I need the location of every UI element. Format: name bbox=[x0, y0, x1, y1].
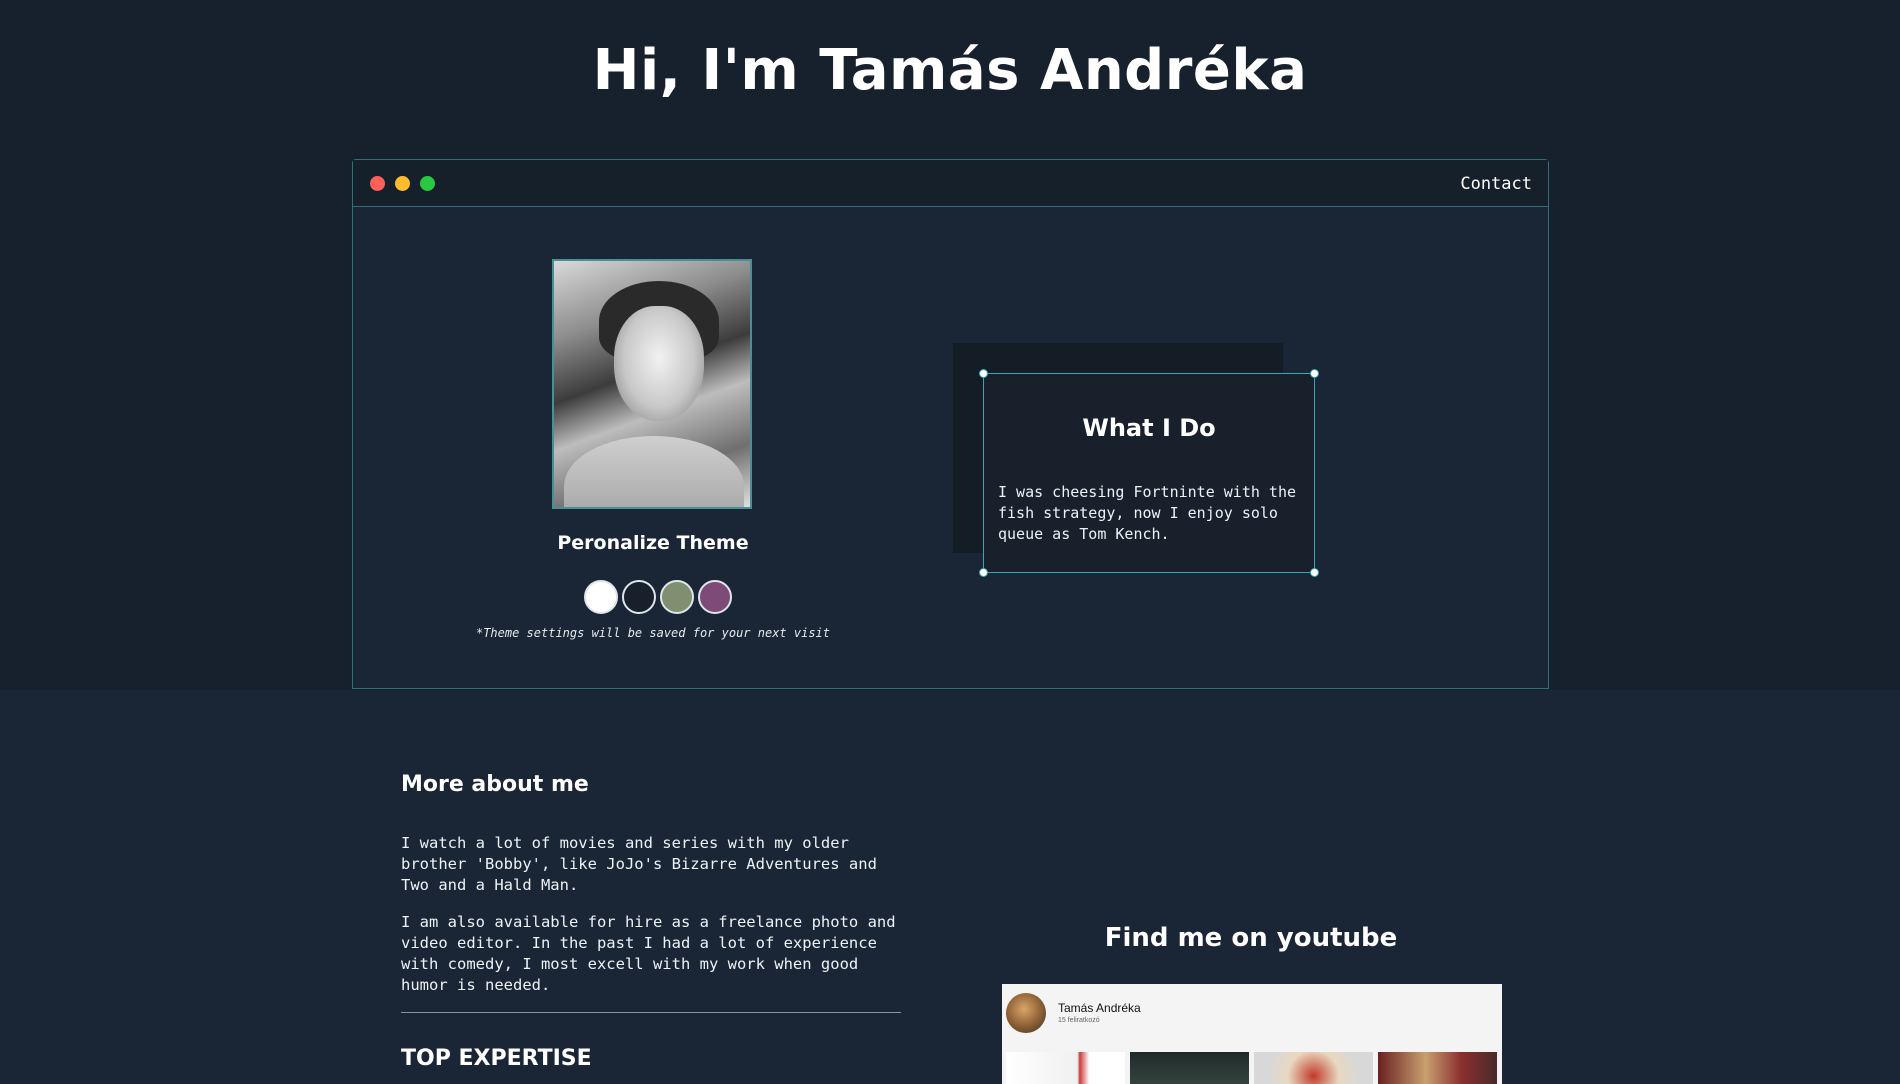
resize-handle-bottom-right[interactable] bbox=[1310, 568, 1319, 577]
minimize-window-button[interactable] bbox=[395, 176, 410, 191]
contact-link[interactable]: Contact bbox=[1460, 174, 1532, 194]
theme-swatch-sage[interactable] bbox=[660, 580, 694, 614]
resize-handle-top-left[interactable] bbox=[979, 369, 988, 378]
video-thumbnail[interactable] bbox=[1378, 1052, 1497, 1084]
close-window-button[interactable] bbox=[370, 176, 385, 191]
what-i-do-card: What I Do I was cheesing Fortninte with … bbox=[979, 369, 1319, 577]
photo-body-shape bbox=[564, 436, 744, 507]
profile-photo bbox=[552, 259, 752, 509]
more-about-paragraph-1: I watch a lot of movies and series with … bbox=[401, 834, 877, 894]
theme-swatch-plum[interactable] bbox=[698, 580, 732, 614]
page-title: Hi, I'm Tamás Andréka bbox=[592, 38, 1308, 103]
theme-swatch-dark[interactable] bbox=[622, 580, 656, 614]
channel-subscribers: 15 feliratkozó bbox=[1058, 1017, 1100, 1024]
video-thumbnail[interactable] bbox=[1130, 1052, 1249, 1084]
channel-name[interactable]: Tamás Andréka bbox=[1058, 1001, 1141, 1015]
theme-swatches bbox=[584, 580, 736, 614]
youtube-title: Find me on youtube bbox=[1104, 923, 1398, 953]
resize-handle-top-right[interactable] bbox=[1310, 369, 1319, 378]
more-about-title: More about me bbox=[401, 772, 589, 797]
theme-swatch-white[interactable] bbox=[584, 580, 618, 614]
maximize-window-button[interactable] bbox=[420, 176, 435, 191]
video-thumbnails bbox=[1006, 1052, 1497, 1084]
top-expertise-title: TOP EXPERTISE bbox=[401, 1046, 592, 1071]
more-about-paragraph-2: I am also available for hire as a freela… bbox=[401, 913, 896, 994]
video-thumbnail[interactable] bbox=[1006, 1052, 1125, 1084]
what-i-do-title: What I Do bbox=[1082, 414, 1216, 442]
section-divider bbox=[401, 1012, 901, 1013]
photo-face-shape bbox=[614, 306, 704, 421]
window-title-bar: Contact bbox=[353, 160, 1548, 207]
what-i-do-text: I was cheesing Fortninte with the fish s… bbox=[998, 483, 1297, 543]
browser-window: Contact Peronalize Theme *Theme settings… bbox=[352, 159, 1549, 689]
theme-note: *Theme settings will be saved for your n… bbox=[475, 626, 830, 640]
resize-handle-bottom-left[interactable] bbox=[979, 568, 988, 577]
theme-title: Peronalize Theme bbox=[557, 532, 749, 554]
video-thumbnail[interactable] bbox=[1254, 1052, 1373, 1084]
channel-avatar[interactable] bbox=[1006, 993, 1046, 1033]
youtube-channel-card[interactable]: Tamás Andréka 15 feliratkozó bbox=[1002, 984, 1502, 1084]
